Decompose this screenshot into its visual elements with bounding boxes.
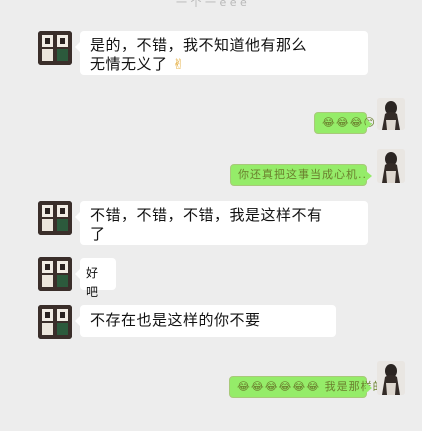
- message-bubble[interactable]: 不错，不错，不错，我是这样不有 了: [75, 201, 368, 245]
- avatar[interactable]: [38, 201, 72, 235]
- message-text: 好吧: [86, 266, 99, 299]
- message-bubble[interactable]: 不存在也是这样的你不要: [75, 305, 336, 337]
- top-strip: 一 个 一 e e e: [0, 0, 422, 9]
- message-text-line2: 了: [90, 225, 106, 243]
- message-bubble[interactable]: 好吧: [75, 258, 116, 299]
- message-bubble[interactable]: 你还真把这事当成心机...: [230, 164, 372, 186]
- message-text: 不错，不错，不错，我是这样不有: [90, 206, 323, 224]
- avatar[interactable]: [38, 257, 72, 291]
- avatar[interactable]: [38, 305, 72, 339]
- message-text: 你还真把这事当成心机...: [238, 168, 372, 181]
- message-text-line2: 无情无义了 ✌: [90, 55, 185, 73]
- avatar-icon: [377, 98, 405, 130]
- avatar-icon: [377, 149, 405, 183]
- avatar-icon: [38, 305, 72, 339]
- avatar[interactable]: [377, 98, 405, 130]
- avatar[interactable]: [377, 149, 405, 183]
- avatar-icon: [38, 257, 72, 291]
- avatar[interactable]: [377, 361, 405, 395]
- message-bubble[interactable]: 😂😂😂😊: [314, 112, 375, 134]
- emoji-icon: ✌: [167, 57, 185, 73]
- message-text: 是的，不错，我不知道他有那么: [90, 36, 308, 54]
- message-text: 😂😂😂😂😂😂 我是那样的人: [237, 380, 397, 393]
- top-fragment: 一 个 一 e e e: [176, 0, 247, 9]
- message-text: 😂😂😂😊: [322, 116, 377, 129]
- message-bubble[interactable]: 是的，不错，我不知道他有那么 无情无义了 ✌: [75, 31, 368, 75]
- message-text: 不存在也是这样的你不要: [90, 311, 261, 329]
- message-bubble[interactable]: 😂😂😂😂😂😂 我是那样的人: [229, 376, 396, 398]
- avatar-icon: [38, 201, 72, 235]
- avatar[interactable]: [38, 31, 72, 65]
- avatar-icon: [377, 361, 405, 395]
- avatar-icon: [38, 31, 72, 65]
